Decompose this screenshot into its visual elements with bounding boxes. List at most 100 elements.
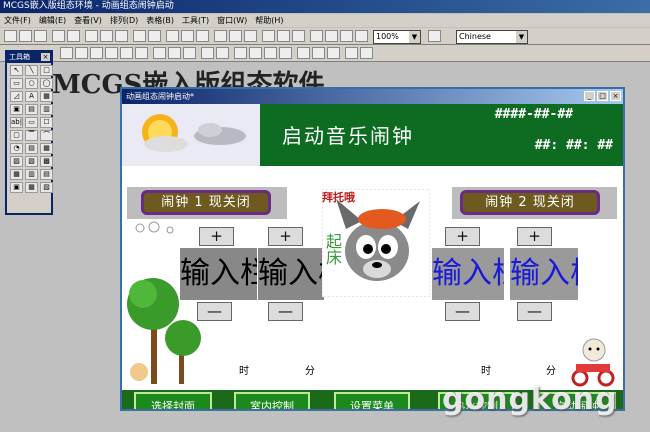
- hour1-plus-button[interactable]: +: [199, 227, 234, 246]
- curve-tool-icon[interactable]: ▤: [25, 143, 38, 154]
- line-width-icon[interactable]: [360, 47, 373, 59]
- checkbox-tool-icon[interactable]: ▢: [10, 130, 23, 141]
- label-tool-icon[interactable]: ab|: [10, 117, 23, 128]
- check-icon[interactable]: [310, 30, 323, 42]
- align-right-icon[interactable]: [75, 47, 88, 59]
- monitor-icon[interactable]: [196, 30, 209, 42]
- pipe-tool-icon[interactable]: ▤: [25, 104, 38, 115]
- save-icon[interactable]: [34, 30, 47, 42]
- menu-table[interactable]: 表格(B): [146, 14, 174, 27]
- meter-tool-icon[interactable]: ◔: [10, 143, 23, 154]
- ungroup-icon[interactable]: [279, 47, 292, 59]
- space-h-icon[interactable]: [201, 47, 214, 59]
- line-color-icon[interactable]: [312, 47, 325, 59]
- table-icon[interactable]: [229, 30, 242, 42]
- frame-tool-icon[interactable]: ▧: [40, 182, 53, 193]
- alarm2-status[interactable]: 闹钟 2 现关闭: [460, 190, 600, 215]
- bitmap-tool-icon[interactable]: ▦: [40, 91, 53, 102]
- menu-arrange[interactable]: 排列(D): [110, 14, 138, 27]
- input-tool-icon[interactable]: ▭: [25, 117, 38, 128]
- text-tool-icon[interactable]: A: [25, 91, 38, 102]
- print-icon[interactable]: [52, 30, 65, 42]
- tools-icon[interactable]: [166, 30, 179, 42]
- wrench-icon[interactable]: [181, 30, 194, 42]
- same-width-icon[interactable]: [153, 47, 166, 59]
- minute1-input[interactable]: 输入栏: [258, 248, 324, 300]
- bring-front-icon[interactable]: [234, 47, 247, 59]
- circle-tool-icon[interactable]: ◯: [40, 78, 53, 89]
- library-tool-icon[interactable]: ▥: [40, 104, 53, 115]
- ellipse-tool-icon[interactable]: ○: [25, 78, 38, 89]
- minute2-input[interactable]: 输入栏: [510, 248, 578, 300]
- close-icon[interactable]: ×: [41, 53, 50, 61]
- align-icon[interactable]: [262, 30, 275, 42]
- polygon-tool-icon[interactable]: ◿: [10, 91, 23, 102]
- grid-icon[interactable]: [214, 30, 227, 42]
- bar-tool-icon[interactable]: ▔: [25, 130, 38, 141]
- grid-tool-icon[interactable]: ▩: [40, 156, 53, 167]
- settings-menu-button[interactable]: 设置菜单: [334, 392, 410, 409]
- alarm-tool-icon[interactable]: ▨: [10, 156, 23, 167]
- menu-window[interactable]: 窗口(W): [217, 14, 247, 27]
- redo-icon[interactable]: [148, 30, 161, 42]
- align-left-icon[interactable]: [60, 47, 73, 59]
- button-tool-icon[interactable]: ☐: [40, 117, 53, 128]
- group-icon[interactable]: [264, 47, 277, 59]
- center-h-icon[interactable]: [120, 47, 133, 59]
- gauge-tool-icon[interactable]: ▣: [10, 182, 23, 193]
- align-top-icon[interactable]: [90, 47, 103, 59]
- chart-icon[interactable]: [244, 30, 257, 42]
- menu-tools[interactable]: 工具(T): [182, 14, 209, 27]
- menu-edit[interactable]: 编辑(E): [39, 14, 66, 27]
- hour2-input[interactable]: 输入栏: [432, 248, 504, 300]
- language-icon[interactable]: [428, 30, 441, 42]
- alarm1-status[interactable]: 闹钟 1 现关闭: [141, 190, 271, 215]
- child-titlebar[interactable]: 动画组态闹钟启动* _ □ ×: [122, 89, 623, 104]
- minute1-minus-button[interactable]: —: [268, 302, 303, 321]
- slider-tool-icon[interactable]: ▤: [40, 169, 53, 180]
- fill-color-icon[interactable]: [297, 47, 310, 59]
- preview-icon[interactable]: [67, 30, 80, 42]
- arc-tool-icon[interactable]: ⌒: [40, 130, 53, 141]
- copy-icon[interactable]: [100, 30, 113, 42]
- maximize-icon[interactable]: □: [597, 91, 608, 101]
- combo-tool-icon[interactable]: ▦: [10, 169, 23, 180]
- text-color-icon[interactable]: [327, 47, 340, 59]
- same-size-icon[interactable]: [183, 47, 196, 59]
- rect-tool-icon[interactable]: □: [40, 65, 53, 76]
- report-tool-icon[interactable]: ▧: [25, 156, 38, 167]
- menu-help[interactable]: 帮助(H): [255, 14, 283, 27]
- center-v-icon[interactable]: [135, 47, 148, 59]
- line-tool-icon[interactable]: ╲: [25, 65, 38, 76]
- open-file-icon[interactable]: [19, 30, 32, 42]
- list-tool-icon[interactable]: ▥: [25, 169, 38, 180]
- menu-view[interactable]: 查看(V): [74, 14, 102, 27]
- language-select[interactable]: Chinese ▼: [456, 30, 528, 44]
- space-v-icon[interactable]: [216, 47, 229, 59]
- rounded-rect-tool-icon[interactable]: ▭: [10, 78, 23, 89]
- edit-icon[interactable]: [325, 30, 338, 42]
- hour2-minus-button[interactable]: —: [445, 302, 480, 321]
- zoom-select[interactable]: 100% ▼: [373, 30, 421, 44]
- minimize-icon[interactable]: _: [584, 91, 595, 101]
- cut-icon[interactable]: [85, 30, 98, 42]
- select-cover-button[interactable]: 选择封面: [134, 392, 212, 409]
- font-icon[interactable]: [292, 30, 305, 42]
- close-icon[interactable]: ×: [610, 91, 621, 101]
- minute1-plus-button[interactable]: +: [268, 227, 303, 246]
- same-height-icon[interactable]: [168, 47, 181, 59]
- minute2-minus-button[interactable]: —: [517, 302, 552, 321]
- run-icon[interactable]: [355, 30, 368, 42]
- new-file-icon[interactable]: [4, 30, 17, 42]
- menu-file[interactable]: 文件(F): [4, 14, 31, 27]
- line-style-icon[interactable]: [345, 47, 358, 59]
- send-back-icon[interactable]: [249, 47, 262, 59]
- align-bottom-icon[interactable]: [105, 47, 118, 59]
- flow-tool-icon[interactable]: ▣: [10, 104, 23, 115]
- trend-tool-icon[interactable]: ▦: [40, 143, 53, 154]
- indoor-control-button[interactable]: 室内控制: [234, 392, 310, 409]
- minute2-plus-button[interactable]: +: [517, 227, 552, 246]
- toolbox-titlebar[interactable]: 工具箱 ×: [7, 52, 51, 63]
- undo-icon[interactable]: [133, 30, 146, 42]
- image-tool-icon[interactable]: ▦: [25, 182, 38, 193]
